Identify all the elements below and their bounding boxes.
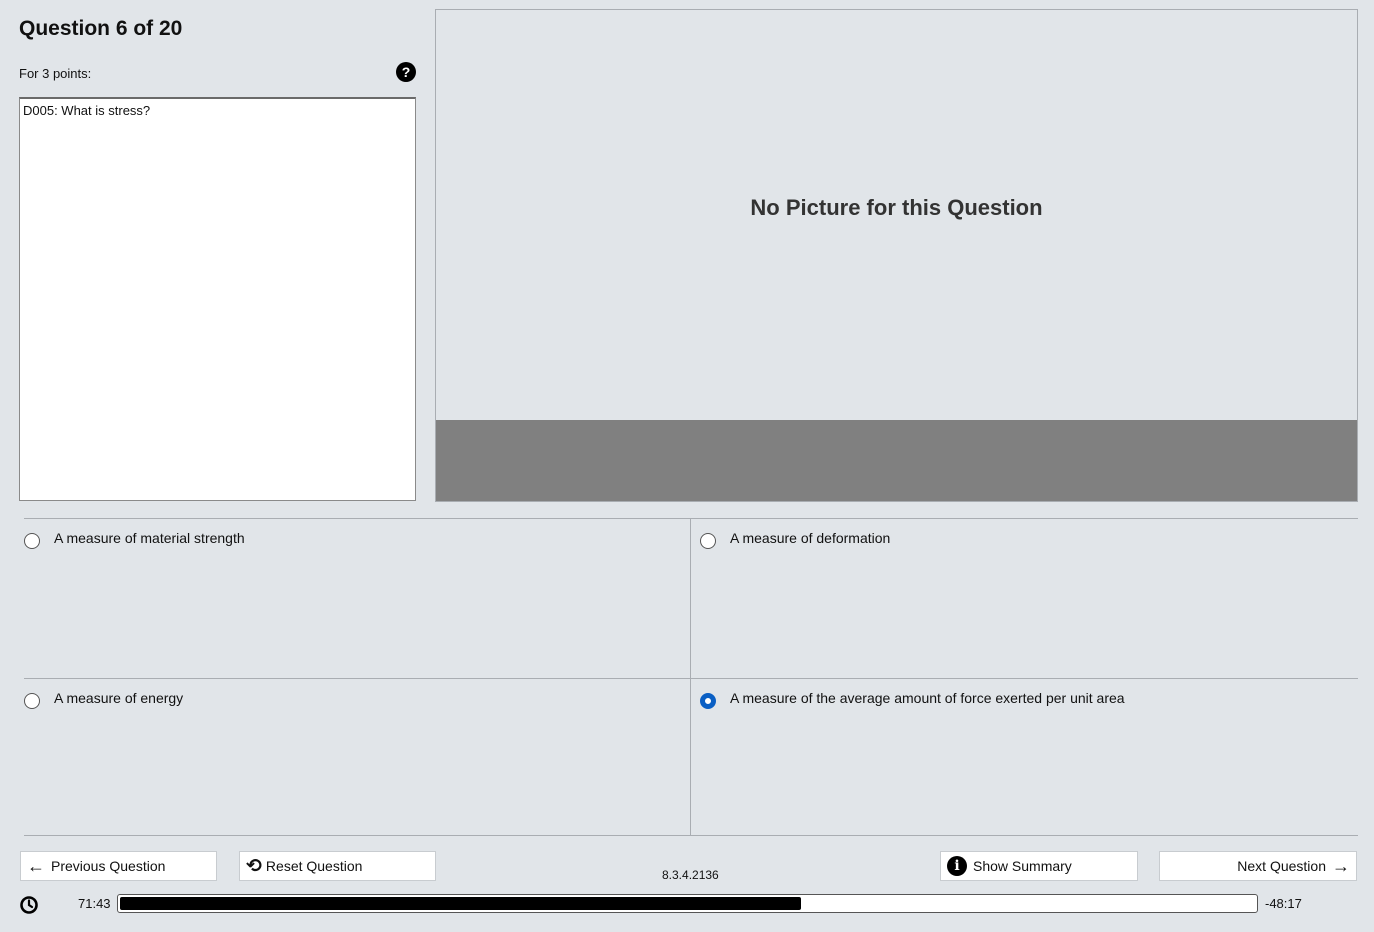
show-summary-button[interactable]: i Show Summary bbox=[940, 851, 1138, 881]
next-question-button[interactable]: Next Question → bbox=[1159, 851, 1357, 881]
answer-option-2[interactable]: A measure of deformation bbox=[700, 519, 1366, 677]
question-points: For 3 points: bbox=[19, 66, 92, 81]
reset-icon: ⟲ bbox=[246, 855, 262, 877]
info-icon: i bbox=[947, 856, 967, 876]
reset-question-button[interactable]: ⟲ Reset Question bbox=[239, 851, 436, 881]
answer-option-1-radio[interactable] bbox=[24, 533, 40, 549]
picture-panel: No Picture for this Question bbox=[435, 9, 1358, 502]
clock-icon bbox=[20, 896, 38, 914]
answer-option-3[interactable]: A measure of energy bbox=[24, 679, 690, 837]
no-picture-message: No Picture for this Question bbox=[750, 195, 1043, 220]
answer-grid-divider-vertical bbox=[690, 519, 691, 835]
question-text-box: D005: What is stress? bbox=[19, 97, 416, 501]
show-summary-label: Show Summary bbox=[973, 858, 1072, 874]
answer-option-4[interactable]: A measure of the average amount of force… bbox=[700, 679, 1366, 837]
time-progress-fill bbox=[120, 897, 801, 910]
reset-question-label: Reset Question bbox=[265, 858, 363, 874]
answer-option-4-label[interactable]: A measure of the average amount of force… bbox=[730, 690, 1125, 706]
time-remaining: -48:17 bbox=[1265, 896, 1302, 911]
quiz-window: Question 6 of 20 For 3 points: ? D005: W… bbox=[0, 0, 1374, 932]
answer-option-1-label[interactable]: A measure of material strength bbox=[54, 530, 245, 546]
answer-option-2-radio[interactable] bbox=[700, 533, 716, 549]
help-icon[interactable]: ? bbox=[396, 62, 416, 82]
answer-option-1[interactable]: A measure of material strength bbox=[24, 519, 690, 677]
arrow-right-icon: → bbox=[1332, 856, 1350, 876]
picture-footer-bar bbox=[436, 420, 1357, 501]
previous-question-label: Previous Question bbox=[51, 858, 166, 874]
time-progress-bar bbox=[117, 894, 1258, 913]
next-question-label: Next Question bbox=[1237, 858, 1326, 874]
time-elapsed: 71:43 bbox=[78, 896, 111, 911]
question-title: Question 6 of 20 bbox=[19, 17, 183, 40]
arrow-left-icon: ← bbox=[27, 856, 45, 876]
answer-option-3-label[interactable]: A measure of energy bbox=[54, 690, 183, 706]
answer-option-2-label[interactable]: A measure of deformation bbox=[730, 530, 890, 546]
previous-question-button[interactable]: ← Previous Question bbox=[20, 851, 217, 881]
answer-option-3-radio[interactable] bbox=[24, 693, 40, 709]
answer-option-4-radio[interactable] bbox=[700, 693, 716, 709]
version-label: 8.3.4.2136 bbox=[662, 868, 719, 882]
answer-grid: A measure of material strength A measure… bbox=[24, 518, 1358, 836]
